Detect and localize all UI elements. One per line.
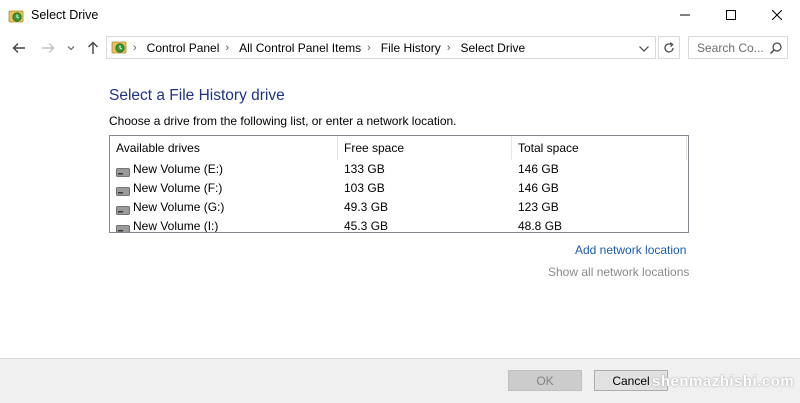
- drive-free-space: 49.3 GB: [344, 200, 389, 214]
- column-header-available-drives[interactable]: Available drives: [110, 136, 337, 160]
- search-input[interactable]: Search Co...: [688, 36, 788, 59]
- table-row[interactable]: New Volume (G:) 49.3 GB 123 GB: [110, 198, 688, 217]
- table-header: Available drives Free space Total space: [110, 136, 688, 160]
- drive-total-space: 123 GB: [518, 200, 559, 214]
- breadcrumb: › Control Panel › All Control Panel Item…: [131, 37, 525, 58]
- add-network-location-link[interactable]: Add network location: [575, 243, 686, 257]
- breadcrumb-item-control-panel[interactable]: Control Panel: [147, 41, 220, 55]
- hard-drive-icon: [116, 166, 130, 177]
- table-row[interactable]: New Volume (I:) 45.3 GB 48.8 GB: [110, 217, 688, 233]
- arrow-right-icon: [42, 43, 55, 53]
- drive-name: New Volume (I:): [133, 219, 219, 233]
- column-header-total-space[interactable]: Total space: [512, 136, 686, 160]
- hard-drive-icon: [116, 185, 130, 196]
- search-icon[interactable]: [769, 41, 783, 55]
- breadcrumb-item-select-drive[interactable]: Select Drive: [460, 41, 525, 55]
- hard-drive-icon: [116, 204, 130, 215]
- control-panel-icon: [111, 39, 127, 55]
- maximize-button[interactable]: [708, 0, 754, 30]
- file-history-icon: [8, 8, 24, 24]
- show-all-network-locations-link[interactable]: Show all network locations: [548, 265, 689, 279]
- chevron-right-icon[interactable]: ›: [225, 42, 229, 54]
- column-divider[interactable]: [686, 136, 687, 160]
- chevron-right-icon[interactable]: ›: [133, 42, 137, 54]
- drive-list[interactable]: Available drives Free space Total space …: [109, 135, 689, 233]
- drive-total-space: 48.8 GB: [518, 219, 563, 233]
- drive-free-space: 103 GB: [344, 181, 385, 195]
- arrow-left-icon: [12, 43, 25, 53]
- arrow-up-icon: [88, 41, 98, 54]
- drive-name: New Volume (F:): [133, 181, 223, 195]
- drive-total-space: 146 GB: [518, 181, 559, 195]
- up-button[interactable]: [82, 37, 104, 59]
- page-title: Select a File History drive: [109, 87, 285, 104]
- breadcrumb-item-all-control-panel-items[interactable]: All Control Panel Items: [239, 41, 361, 55]
- recent-locations-button[interactable]: [64, 37, 78, 59]
- title-bar: Select Drive: [0, 0, 800, 32]
- chevron-right-icon[interactable]: ›: [447, 42, 451, 54]
- refresh-button[interactable]: [658, 36, 680, 59]
- ok-button[interactable]: OK: [508, 370, 582, 391]
- minimize-button[interactable]: [662, 0, 708, 30]
- address-bar[interactable]: › Control Panel › All Control Panel Item…: [106, 36, 656, 59]
- breadcrumb-item-file-history[interactable]: File History: [381, 41, 441, 55]
- instruction-text: Choose a drive from the following list, …: [109, 114, 457, 128]
- chevron-right-icon[interactable]: ›: [367, 42, 371, 54]
- window-title: Select Drive: [31, 8, 99, 22]
- drive-free-space: 133 GB: [344, 162, 385, 176]
- chevron-down-icon: [67, 46, 75, 51]
- drive-total-space: 146 GB: [518, 162, 559, 176]
- search-placeholder: Search Co...: [697, 41, 764, 55]
- hard-drive-icon: [116, 223, 130, 232]
- column-header-free-space[interactable]: Free space: [338, 136, 511, 160]
- drive-name: New Volume (E:): [133, 162, 224, 176]
- table-row[interactable]: New Volume (F:) 103 GB 146 GB: [110, 179, 688, 198]
- refresh-icon: [664, 41, 674, 53]
- back-button[interactable]: [8, 37, 30, 59]
- watermark: shenmazhishi.com: [652, 373, 795, 390]
- table-row[interactable]: New Volume (E:) 133 GB 146 GB: [110, 160, 688, 179]
- close-button[interactable]: [754, 0, 800, 30]
- drive-free-space: 45.3 GB: [344, 219, 389, 233]
- drive-name: New Volume (G:): [133, 200, 225, 214]
- address-dropdown-button[interactable]: [638, 42, 652, 54]
- forward-button[interactable]: [37, 37, 59, 59]
- chevron-down-icon: [639, 46, 649, 52]
